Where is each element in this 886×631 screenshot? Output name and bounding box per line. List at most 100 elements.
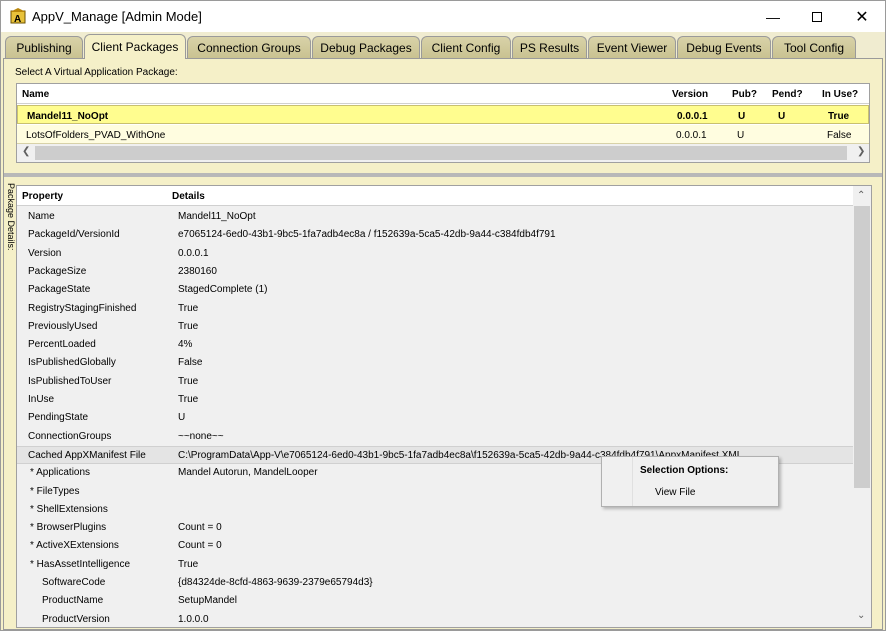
app-logo-icon: A xyxy=(10,8,26,24)
property-value: Count = 0 xyxy=(178,522,222,534)
property-name: PercentLoaded xyxy=(28,339,96,351)
property-name: * HasAssetIntelligence xyxy=(30,558,131,570)
title-bar[interactable]: A AppV_Manage [Admin Mode] — ✕ xyxy=(1,1,885,32)
maximize-button[interactable] xyxy=(795,1,839,32)
property-value: SetupMandel xyxy=(178,595,237,607)
panel-splitter[interactable] xyxy=(4,173,882,177)
column-property[interactable]: Property xyxy=(22,191,63,202)
table-row[interactable]: RegistryStagingFinished True xyxy=(17,300,853,318)
package-details-grid: Property Details Name Mandel11_NoOpt Packa… xyxy=(16,185,872,628)
property-name: * ActiveXExtensions xyxy=(30,540,119,552)
tab-connection-groups[interactable]: Connection Groups xyxy=(187,36,311,58)
details-vscrollbar[interactable]: ⌃ ⌄ xyxy=(853,186,871,627)
tab-client-packages[interactable]: Client Packages xyxy=(84,34,186,59)
scroll-left-icon[interactable]: ❮ xyxy=(22,146,30,157)
minimize-icon: — xyxy=(766,8,780,25)
property-name: * ShellExtensions xyxy=(30,503,108,515)
tab-client-config[interactable]: Client Config xyxy=(421,36,511,58)
package-inuse: False xyxy=(827,130,852,141)
table-row[interactable]: * HasAssetIntelligence True xyxy=(17,556,853,574)
package-name: LotsOfFolders_PVAD_WithOne xyxy=(26,130,166,141)
scroll-up-icon[interactable]: ⌃ xyxy=(857,190,865,201)
property-value: U xyxy=(178,412,186,424)
minimize-button[interactable]: — xyxy=(751,1,795,32)
column-name[interactable]: Name xyxy=(22,89,49,100)
app-window: A AppV_Manage [Admin Mode] — ✕ Publishin… xyxy=(0,0,886,631)
property-value: False xyxy=(178,357,203,369)
property-value: e7065124-6ed0-43b1-9bc5-1fa7adb4ec8a / f… xyxy=(178,229,556,241)
table-row[interactable]: PackageSize 2380160 xyxy=(17,263,853,281)
package-pend: U xyxy=(778,111,786,122)
tab-publishing[interactable]: Publishing xyxy=(5,36,83,58)
property-name: ProductName xyxy=(42,595,104,607)
close-button[interactable]: ✕ xyxy=(840,1,884,32)
property-value: {d84324de-8cfd-4863-9639-2379e65794d3} xyxy=(178,577,373,588)
property-name: PendingState xyxy=(28,412,89,424)
table-row[interactable]: * BrowserPlugins Count = 0 xyxy=(17,519,853,537)
table-row[interactable]: * ActiveXExtensions Count = 0 xyxy=(17,537,853,555)
window-title: AppV_Manage [Admin Mode] xyxy=(32,9,202,24)
selection-options-menu: Selection Options: View File xyxy=(601,456,779,507)
property-name: IsPublishedToUser xyxy=(28,375,112,387)
property-name: RegistryStagingFinished xyxy=(28,302,137,314)
property-name: PackageState xyxy=(28,284,91,296)
column-version[interactable]: Version xyxy=(672,89,708,100)
table-row[interactable]: SoftwareCode {d84324de-8cfd-4863-9639-237… xyxy=(17,574,853,592)
property-name: * Applications xyxy=(30,467,91,479)
select-package-label: Select A Virtual Application Package: xyxy=(15,67,178,78)
table-row[interactable]: InUse True xyxy=(17,391,853,409)
property-name: * FileTypes xyxy=(30,485,80,497)
column-details[interactable]: Details xyxy=(172,191,205,202)
vscroll-thumb[interactable] xyxy=(854,206,870,488)
property-name: Version xyxy=(28,247,62,259)
tab-debug-packages[interactable]: Debug Packages xyxy=(312,36,420,58)
property-value: True xyxy=(178,558,199,570)
package-name: Mandel11_NoOpt xyxy=(27,111,109,122)
property-name: InUse xyxy=(28,394,55,405)
package-version: 0.0.0.1 xyxy=(676,130,707,141)
property-value: 0.0.0.1 xyxy=(178,247,209,259)
table-row[interactable]: Name Mandel11_NoOpt xyxy=(17,208,853,226)
package-version: 0.0.0.1 xyxy=(677,111,708,122)
table-row[interactable]: PackageId/VersionId e7065124-6ed0-43b1-9b… xyxy=(17,226,853,244)
tab-strip: Publishing Client Packages Connection Gr… xyxy=(1,32,885,59)
property-name: ConnectionGroups xyxy=(28,430,112,442)
column-pend[interactable]: Pend? xyxy=(772,89,803,100)
table-row[interactable]: PercentLoaded 4% xyxy=(17,336,853,354)
property-value: StagedComplete (1) xyxy=(178,284,268,296)
property-name: PreviouslyUsed xyxy=(28,320,98,332)
tab-ps-results[interactable]: PS Results xyxy=(512,36,587,58)
svg-text:A: A xyxy=(14,14,21,24)
property-value: Count = 0 xyxy=(178,540,222,552)
property-value: Mandel Autorun, MandelLooper xyxy=(178,467,318,479)
package-grid-hscrollbar[interactable]: ❮ ❯ xyxy=(17,144,869,162)
tab-event-viewer[interactable]: Event Viewer xyxy=(588,36,676,58)
column-inuse[interactable]: In Use? xyxy=(822,89,858,100)
package-row[interactable]: Mandel11_NoOpt 0.0.0.1 U U True xyxy=(17,105,869,124)
property-value: Mandel11_NoOpt xyxy=(178,211,256,222)
package-row[interactable]: LotsOfFolders_PVAD_WithOne 0.0.0.1 U Fal… xyxy=(17,125,869,144)
hscroll-thumb[interactable] xyxy=(35,146,847,160)
tab-debug-events[interactable]: Debug Events xyxy=(677,36,771,58)
table-row[interactable]: ProductVersion 1.0.0.0 xyxy=(17,611,853,627)
scroll-down-icon[interactable]: ⌄ xyxy=(857,610,865,621)
table-row[interactable]: Version 0.0.0.1 xyxy=(17,245,853,263)
table-row[interactable]: ProductName SetupMandel xyxy=(17,592,853,610)
package-grid: Name Version Pub? Pend? In Use? Mandel11… xyxy=(16,83,870,163)
scroll-right-icon[interactable]: ❯ xyxy=(857,146,865,157)
tab-tool-config[interactable]: Tool Config xyxy=(772,36,856,58)
view-file-menu-item[interactable]: View File xyxy=(655,487,695,498)
table-row[interactable]: PackageState StagedComplete (1) xyxy=(17,281,853,299)
table-row[interactable]: PendingState U xyxy=(17,409,853,427)
column-pub[interactable]: Pub? xyxy=(732,89,757,100)
table-row[interactable]: ConnectionGroups ~~none~~ xyxy=(17,428,853,446)
package-pub: U xyxy=(738,111,746,122)
close-icon: ✕ xyxy=(855,8,869,26)
table-row[interactable]: IsPublishedToUser True xyxy=(17,373,853,391)
package-pub: U xyxy=(737,130,745,141)
property-value: 1.0.0.0 xyxy=(178,613,209,625)
property-name: * BrowserPlugins xyxy=(30,522,107,534)
table-row[interactable]: PreviouslyUsed True xyxy=(17,318,853,336)
table-row[interactable]: IsPublishedGlobally False xyxy=(17,354,853,372)
property-name: PackageSize xyxy=(28,265,87,277)
